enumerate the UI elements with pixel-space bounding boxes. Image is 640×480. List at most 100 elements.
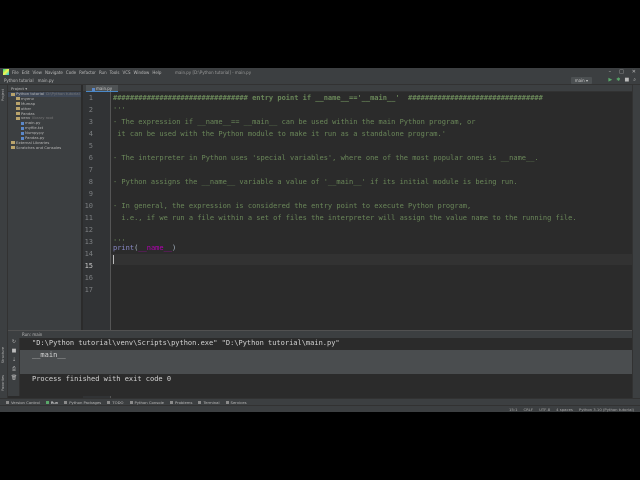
text-caret [113,255,114,264]
menu-vcs[interactable]: VCS [122,70,130,75]
code-line: - The interpreter in Python uses 'specia… [113,154,539,162]
navigation-bar: Python tutorial main.py main ▾ ▶ ✱ ■ ⌕ [0,76,640,85]
trash-icon[interactable]: 🗑 [8,374,20,383]
terminal-label: Terminal [203,399,220,405]
project-tree-label: Numpy.py [25,131,44,136]
run-console[interactable]: "D:\Python tutorial\venv\Scripts\python.… [20,338,632,396]
code-line: - In general, the expression is consider… [113,202,472,210]
menu-view[interactable]: View [32,70,42,75]
breadcrumb-file[interactable]: main.py [38,78,54,83]
line-number: 10 [84,202,93,210]
run-config-select[interactable]: main ▾ [570,77,592,84]
name-token: __name__ [138,244,173,252]
search-icon[interactable]: ⌕ [633,77,636,83]
run-toolbar: ↻ ■ ⇣ ⎙ 🗑 [8,338,20,396]
line-number: 6 [88,154,93,162]
menu-navigate[interactable]: Navigate [45,70,63,75]
menu-edit[interactable]: Edit [22,70,30,75]
code-line: i.e., if we run a file within a set of f… [113,214,577,222]
line-number: 1 [88,94,93,102]
project-tree-label: venv [21,116,31,121]
menu-refactor[interactable]: Refactor [79,70,96,75]
terminal-tab[interactable]: Terminal [198,399,220,405]
menu-help[interactable]: Help [152,70,161,75]
code-line: ''' [113,106,126,114]
todo-tab[interactable]: TODO [107,399,124,405]
console-icon [129,400,133,404]
menu-tools[interactable]: Tools [110,70,120,75]
rerun-icon[interactable]: ↻ [8,338,20,347]
code-line: - The expression if __name__== __main__ … [113,118,476,126]
project-tree-label: myfile.txt [25,126,44,131]
run-icon[interactable]: ▶ [608,77,612,83]
close-icon[interactable]: ✕ [632,69,636,75]
python-console-label: Python Console [134,399,164,405]
run-config-tab[interactable]: main [32,332,42,337]
line-number: 8 [88,178,93,186]
project-panel-title[interactable]: Project [11,86,24,91]
tab-main-py[interactable]: main.py [86,85,119,92]
todo-label: TODO [112,399,124,405]
version-control-tab[interactable]: Version Control [6,400,40,405]
project-tree-label: Scratches and Consoles [16,145,62,150]
code-line: it can be used with the Python module to… [113,130,446,138]
version-control-label: Version Control [11,399,40,405]
project-tree-label: Pandas [21,111,35,116]
project-tree-label: Pandas.py [25,136,45,141]
menu-window[interactable]: Window [134,70,150,75]
folder-icon [16,107,20,111]
folder-icon [16,102,20,106]
menu-code[interactable]: Code [66,70,76,75]
menu-file[interactable]: File [12,70,19,75]
favorites-tool-tab[interactable]: Favorites [1,375,5,391]
python-file-icon [21,131,24,135]
line-number: 9 [88,190,93,198]
python-file-icon [21,136,24,140]
project-tree-item[interactable]: Scratches and Consoles [8,146,81,151]
folder-icon [16,97,20,101]
stop-run-icon[interactable]: ■ [8,347,20,356]
project-tree-label: External Libraries [16,140,50,145]
left-tool-strip: Project Structure Favorites [0,85,8,401]
python-packages-tab[interactable]: Python Packages [64,400,101,405]
folder-icon [11,92,15,96]
run-tool-tab[interactable]: Run [45,400,58,405]
python-file-icon [92,87,95,91]
services-tab[interactable]: Services [225,399,247,405]
python-console-tab[interactable]: Python Console [129,399,164,405]
vcs-icon [6,400,9,404]
packages-icon [64,400,68,404]
python-file-icon [21,126,24,130]
problems-tab[interactable]: Problems [169,400,192,405]
line-number: 13 [84,238,93,246]
folder-icon [11,141,15,145]
right-tool-strip [632,85,640,401]
line-number: 12 [84,226,93,234]
debug-icon[interactable]: ✱ [616,77,620,83]
scroll-end-icon[interactable]: ⇣ [8,356,20,365]
menu-bar: File Edit View Navigate Code Refactor Ru… [0,68,640,76]
line-number: 16 [84,274,93,282]
project-tree-label: Mumap [21,101,36,106]
breadcrumb-project[interactable]: Python tutorial [4,78,34,83]
services-label: Services [230,399,247,405]
line-number: 4 [88,130,93,138]
project-tree-detail: D:\Python tutorial [46,92,80,96]
menu-run[interactable]: Run [99,70,107,75]
python-file-icon [21,121,24,125]
project-tree: Python tutorial D:\Python tutorial myenv Mu… [8,92,81,151]
toolbar-actions: ▶ ✱ ■ ⌕ [608,77,636,83]
paren-close-token: ) [172,244,177,252]
structure-tool-tab[interactable]: Structure [1,347,5,363]
console-exit-line: Process finished with exit code 0 [32,375,172,383]
problems-icon [169,400,173,404]
line-number: 3 [88,118,93,126]
letterbox-top [0,0,640,68]
project-tree-detail: library root [32,116,54,121]
stop-icon[interactable]: ■ [624,77,629,83]
maximize-icon[interactable]: □ [619,69,624,75]
print-icon[interactable]: ⎙ [8,365,20,374]
project-tool-tab[interactable]: Project [1,89,5,101]
line-number: 14 [84,250,93,258]
minimize-icon[interactable]: – [609,69,612,75]
